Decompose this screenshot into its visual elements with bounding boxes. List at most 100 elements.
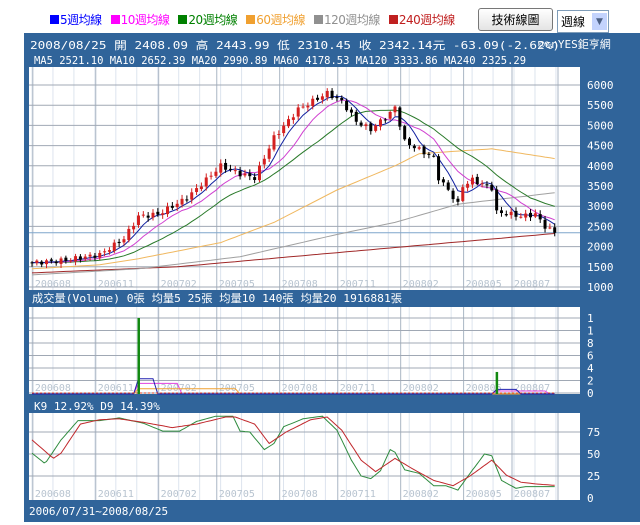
ma-values-line: MA5 2521.10 MA10 2652.39 MA20 2990.89 MA… [34,54,526,67]
candle-body [461,187,465,201]
candle-body [529,212,533,218]
volume-axis-label: 8 [587,337,594,350]
candle-body [393,106,397,113]
candle-body [214,171,218,176]
candle-body [408,138,412,146]
month-label: 200711 [340,383,376,394]
price-axis-label: 6000 [587,79,614,92]
month-label: 200708 [282,279,318,290]
month-label: 200611 [98,279,134,290]
candle-body [335,97,339,99]
candle-body [548,227,552,229]
candle-body [398,107,402,127]
candle-body [470,177,474,185]
candle-body [504,214,508,216]
candle-body [277,133,281,135]
candle-body [519,216,523,218]
candle-body [185,199,189,201]
candle-body [451,190,455,200]
volume-axis-label: 1 [587,312,594,325]
candle-body [88,254,92,257]
candle-body [59,258,63,264]
candle-body [422,146,426,155]
month-label: 200705 [219,279,255,290]
candle-body [446,182,450,190]
date-range: 2006/07/31~2008/08/25 [29,505,168,518]
month-label: 200711 [340,489,376,500]
kd-axis-label: 50 [587,448,600,461]
candle-body [180,198,184,205]
candle-body [195,188,199,193]
price-axis-label: 5000 [587,119,614,132]
candle-body [340,97,344,101]
candle-body [291,117,295,120]
candle-body [204,177,208,187]
month-label: 200608 [35,489,71,500]
candle-body [93,255,97,258]
candle-body [199,186,203,190]
month-label: 200708 [282,489,318,500]
candle-body [316,97,320,100]
candle-body [354,111,358,122]
candle-body [98,252,102,258]
candle-body [417,147,421,149]
candle-body [306,105,310,108]
candle-body [49,259,53,261]
candle-body [156,211,160,215]
month-label: 200611 [98,383,134,394]
candle-body [45,260,49,265]
candle-body [170,205,174,208]
month-label: 200802 [403,279,439,290]
candle-body [388,112,392,119]
candle-body [35,260,39,263]
candle-body [103,251,107,253]
price-axis-label: 5500 [587,99,614,112]
candle-body [287,119,291,127]
month-label: 200807 [514,279,550,290]
candle-body [30,262,34,264]
candle-body [209,175,213,177]
candle-body [136,215,140,225]
month-label: 200702 [161,489,197,500]
candle-body [78,256,82,260]
candle-body [359,122,363,126]
candle-body [282,125,286,134]
volume-axis-label: 4 [587,362,594,375]
candle-body [112,242,116,251]
candle-body [248,173,252,177]
candle-body [301,106,305,108]
candle-body [151,212,155,218]
price-axis-label: 4000 [587,160,614,173]
candle-body [64,257,68,261]
candle-body [320,96,324,100]
candle-body [509,211,513,216]
kd-axis-label: 75 [587,426,600,439]
price-axis-label: 2500 [587,220,614,233]
candle-body [533,213,537,217]
candle-body [330,90,334,99]
candle-body [122,239,126,243]
copyright: ©cnYES鉅亨網 [538,37,611,51]
candle-body [74,256,78,262]
volume-axis-label: 6 [587,350,594,363]
volume-bar [137,318,140,394]
candle-body [146,215,150,218]
candle-body [538,214,542,220]
volume-axis-label: 0 [587,387,594,400]
stock-chart: 2008/08/25 開 2408.09 高 2443.99 低 2310.45… [29,37,614,518]
price-axis-label: 3000 [587,200,614,213]
candle-body [224,162,228,170]
candle-body [253,177,257,180]
month-label: 200608 [35,383,71,394]
candle-body [175,203,179,208]
price-axis-label: 4500 [587,140,614,153]
candle-body [40,261,44,265]
volume-title: 成交量(Volume) 0張 均量5 25張 均量10 140張 均量20 19… [32,291,402,305]
candle-body [166,206,170,215]
month-label: 200611 [98,489,134,500]
candle-body [466,183,470,188]
candle-body [432,155,436,157]
candle-body [272,135,276,150]
month-label: 200805 [466,489,502,500]
candle-body [485,184,489,186]
